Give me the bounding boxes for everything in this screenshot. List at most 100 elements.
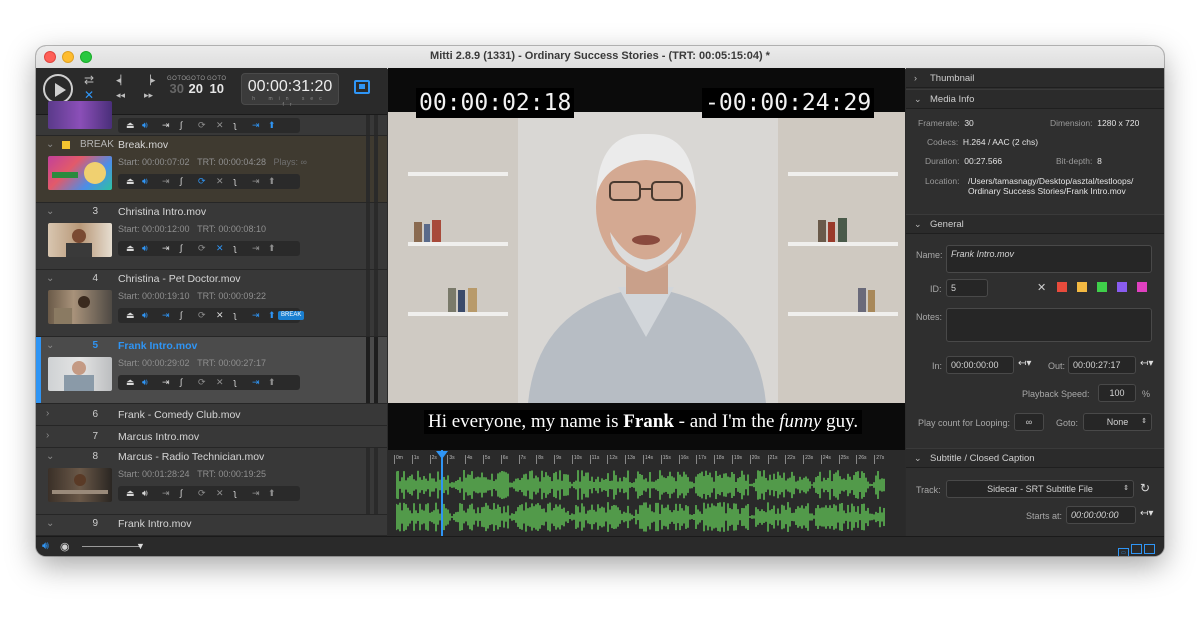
fade-out-icon[interactable]: ⇥ [252, 176, 260, 187]
color-swatch-purple[interactable] [1117, 282, 1127, 292]
fade-out-icon[interactable]: ⇥ [252, 120, 260, 131]
eject-icon[interactable]: ⏏ [126, 310, 135, 321]
eye-icon[interactable]: ◉ [60, 540, 70, 553]
loop-cue-icon[interactable]: ⟳ [198, 377, 206, 388]
fade-out-icon[interactable]: ⇥ [252, 377, 260, 388]
fade-in-icon[interactable]: ⇥ [162, 377, 170, 388]
speed-field[interactable]: 100 [1098, 384, 1136, 402]
cue-row-collapsed[interactable]: › 6 Frank - Comedy Club.mov [36, 404, 387, 426]
cue-row[interactable]: ⏏ 🔊︎ ⇥ ∫ ⟳ ✕ ʅ ⇥ ⬆ [36, 101, 387, 136]
chevron-down-icon[interactable]: ⌄ [46, 451, 54, 462]
chevron-down-icon[interactable]: ⌄ [46, 340, 54, 351]
curve-icon[interactable]: ∫ [180, 377, 182, 388]
play-button[interactable] [43, 74, 73, 104]
fade-in-icon[interactable]: ⇥ [162, 243, 170, 254]
skip-icon[interactable]: ʅ [234, 310, 236, 321]
volume-icon[interactable]: 🔊︎ [142, 120, 148, 131]
set-out-point-icon[interactable]: ↤▾ [1140, 358, 1153, 369]
skip-icon[interactable]: ʅ [234, 243, 236, 254]
cue-row[interactable]: ⌄ 8 Marcus - Radio Technician.mov Start:… [36, 448, 387, 515]
in-point-field[interactable]: 00:00:00:00 [946, 356, 1014, 374]
previous-cue-icon[interactable]: ◂▏ [116, 74, 127, 86]
curve-icon[interactable]: ∫ [180, 488, 182, 499]
loop-cue-icon[interactable]: ⟳ [198, 120, 206, 131]
playhead[interactable] [436, 450, 448, 536]
skip-icon[interactable]: ʅ [234, 120, 236, 131]
pin-icon[interactable]: ⬆ [268, 310, 276, 321]
color-swatch-red[interactable] [1057, 282, 1067, 292]
skip-icon[interactable]: ʅ [234, 488, 236, 499]
chevron-down-icon[interactable]: ⌄ [46, 206, 54, 217]
section-general[interactable]: ⌄ General [906, 214, 1164, 234]
loop-cue-icon[interactable]: ⟳ [198, 488, 206, 499]
shuffle-cue-icon[interactable]: ✕ [216, 488, 224, 499]
fade-out-icon[interactable]: ⇥ [252, 243, 260, 254]
cue-row[interactable]: ⌄ 9 Frank Intro.mov [36, 515, 387, 536]
pin-icon[interactable]: ⬆ [268, 243, 276, 254]
clear-color-icon[interactable]: ✕ [1037, 281, 1046, 294]
goto-30-button[interactable]: GOTO 30 [167, 76, 187, 95]
set-in-point-icon[interactable]: ↤▾ [1018, 358, 1031, 369]
layout-button-1[interactable]: ▭ [1118, 548, 1129, 556]
volume-icon[interactable]: 🔊︎ [142, 310, 148, 321]
goto-select[interactable]: None ⇕ [1083, 413, 1152, 431]
color-swatch-green[interactable] [1097, 282, 1107, 292]
section-thumbnail[interactable]: › Thumbnail [906, 68, 1164, 88]
cue-row-selected[interactable]: ⌄ 5 Frank Intro.mov Start: 00:00:29:02 T… [36, 337, 387, 404]
curve-icon[interactable]: ∫ [180, 243, 182, 254]
volume-icon[interactable]: 🔊︎ [142, 243, 148, 254]
fade-in-icon[interactable]: ⇥ [162, 120, 170, 131]
rewind-icon[interactable]: ◂◂ [116, 89, 125, 101]
shuffle-cue-icon[interactable]: ✕ [216, 310, 224, 321]
cue-row-collapsed[interactable]: › 7 Marcus Intro.mov [36, 426, 387, 448]
waveform-timeline[interactable]: 0m 1s 2s 3s 4s 5s 6s 7s 8s 9s 10s 11s 12s 13s 14s 15s 16… [388, 450, 905, 536]
cue-row-break[interactable]: ⌄ BREAK Break.mov Start: 00:00:07:02 TRT… [36, 136, 387, 203]
chevron-right-icon[interactable]: › [46, 408, 49, 419]
curve-icon[interactable]: ∫ [180, 310, 182, 321]
layout-button-3[interactable] [1144, 544, 1155, 554]
pin-icon[interactable]: ⬆ [268, 377, 276, 388]
volume-icon[interactable]: 🔊︎ [142, 377, 148, 388]
loop-icon[interactable]: ⇄ [84, 74, 94, 86]
eject-icon[interactable]: ⏏ [126, 120, 135, 131]
volume-slider-knob[interactable]: ▼ [136, 541, 145, 551]
fade-in-icon[interactable]: ⇥ [162, 310, 170, 321]
loop-cue-icon[interactable]: ⟳ [198, 310, 206, 321]
chevron-right-icon[interactable]: › [46, 430, 49, 441]
shuffle-cue-icon[interactable]: ✕ [216, 176, 224, 187]
out-point-field[interactable]: 00:00:27:17 [1068, 356, 1136, 374]
pin-icon[interactable]: ⬆ [268, 488, 276, 499]
pin-icon[interactable]: ⬆ [268, 176, 276, 187]
goto-10-button[interactable]: GOTO 10 [207, 76, 227, 95]
section-subtitle[interactable]: ⌄ Subtitle / Closed Caption [906, 448, 1164, 468]
pin-icon[interactable]: ⬆ [268, 120, 276, 131]
cue-row[interactable]: ⌄ 4 Christina - Pet Doctor.mov Start: 00… [36, 270, 387, 337]
loop-cue-icon[interactable]: ⟳ [198, 176, 206, 187]
layout-button-2[interactable] [1131, 544, 1142, 554]
shuffle-cue-icon[interactable]: ✕ [216, 377, 224, 388]
chevron-down-icon[interactable]: ⌄ [46, 273, 54, 284]
starts-at-field[interactable]: 00:00:00:00 [1066, 506, 1136, 524]
next-cue-icon[interactable]: ▕▸ [144, 74, 155, 86]
shuffle-cue-icon[interactable]: ✕ [216, 120, 224, 131]
fade-out-icon[interactable]: ⇥ [252, 310, 260, 321]
color-swatch-magenta[interactable] [1137, 282, 1147, 292]
section-media-info[interactable]: ⌄ Media Info [906, 89, 1164, 109]
skip-icon[interactable]: ʅ [234, 377, 236, 388]
name-field[interactable]: Frank Intro.mov [946, 245, 1152, 273]
loop-cue-icon[interactable]: ⟳ [198, 243, 206, 254]
reload-icon[interactable]: ↻ [1140, 481, 1150, 495]
notes-field[interactable] [946, 308, 1152, 342]
fast-forward-icon[interactable]: ▸▸ [144, 89, 153, 101]
shuffle-icon[interactable]: ✕ [84, 89, 94, 101]
chevron-down-icon[interactable]: ⌄ [46, 139, 54, 150]
volume-icon[interactable]: 🔊︎ [42, 540, 49, 553]
subtitle-track-select[interactable]: Sidecar - SRT Subtitle File ⇕ [946, 480, 1134, 498]
loop-count-field[interactable]: ∞ [1014, 413, 1044, 431]
volume-icon[interactable]: 🔊︎ [142, 176, 148, 187]
eject-icon[interactable]: ⏏ [126, 176, 135, 187]
fade-out-icon[interactable]: ⇥ [252, 488, 260, 499]
color-swatch-yellow[interactable] [1077, 282, 1087, 292]
chevron-down-icon[interactable]: ⌄ [46, 518, 54, 529]
shuffle-cue-icon[interactable]: ✕ [216, 243, 224, 254]
